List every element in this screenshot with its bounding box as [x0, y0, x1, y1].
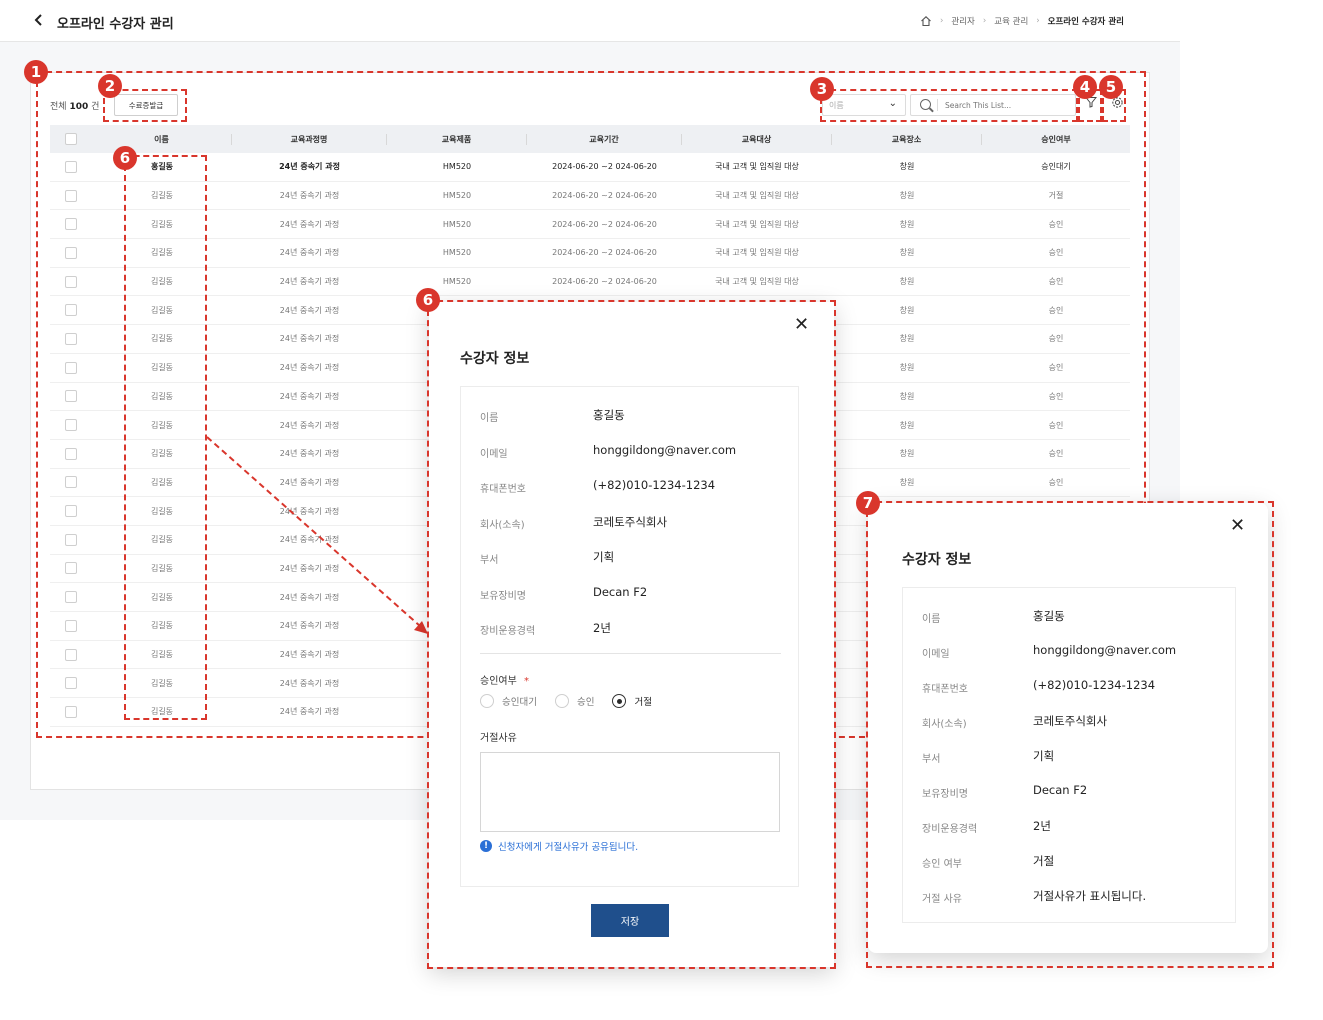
breadcrumb-separator: ›	[940, 16, 944, 26]
breadcrumb-item[interactable]: 관리자	[951, 15, 974, 27]
annotation-box-7	[866, 501, 1274, 968]
annotation-badge: 6	[416, 288, 440, 312]
annotation-badge: 5	[1099, 75, 1123, 99]
breadcrumb-separator: ›	[982, 16, 987, 26]
annotation-box-6	[124, 155, 207, 720]
back-button[interactable]	[34, 13, 44, 31]
annotation-badge: 7	[856, 491, 880, 515]
breadcrumb: › 관리자 › 교육 관리 › 오프라인 수강자 관리	[920, 15, 1323, 27]
page-title: 오프라인 수강자 관리	[57, 17, 174, 32]
annotation-box-3	[820, 89, 1078, 122]
annotation-badge: 2	[98, 74, 122, 98]
annotation-box-6-modal	[427, 300, 836, 969]
breadcrumb-item[interactable]: 교육 관리	[994, 15, 1028, 27]
home-icon[interactable]	[920, 15, 932, 27]
breadcrumb-separator: ›	[1036, 16, 1040, 26]
annotation-badge: 3	[810, 77, 834, 101]
annotation-badge: 4	[1073, 75, 1097, 99]
annotation-badge: 6	[113, 146, 137, 170]
chevron-left-icon	[34, 14, 42, 26]
annotation-badge: 1	[24, 60, 48, 84]
breadcrumb-current: 오프라인 수강자 관리	[1047, 17, 1124, 27]
